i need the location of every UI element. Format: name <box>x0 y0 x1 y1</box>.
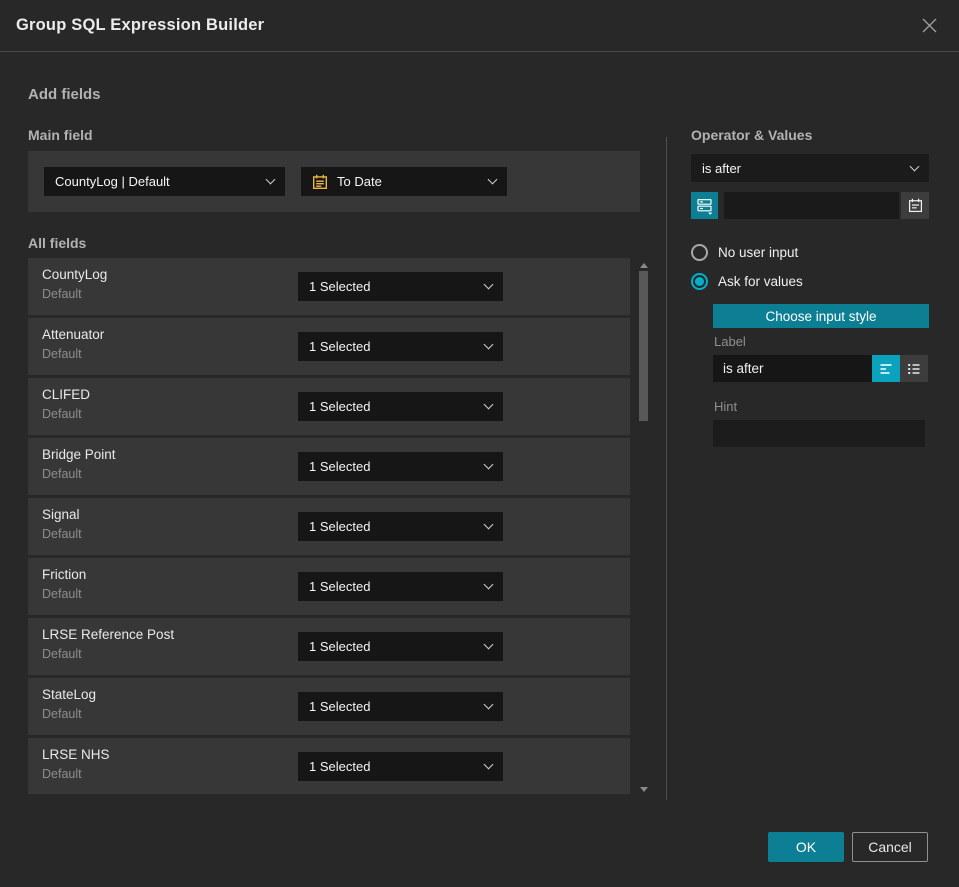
operator-dropdown-value: is after <box>702 160 742 176</box>
field-row: CLIFED Default 1 Selected <box>28 378 630 435</box>
radio-circle-icon <box>691 244 708 261</box>
calendar-icon <box>312 174 328 190</box>
close-button[interactable] <box>917 14 941 38</box>
value-input-row <box>691 192 929 219</box>
field-selection-value: 1 Selected <box>309 399 371 414</box>
main-field-box: CountyLog | Default To Date <box>28 151 640 212</box>
panel-divider <box>666 137 667 800</box>
chevron-down-icon <box>483 339 494 350</box>
group-sql-expression-builder-dialog: Group SQL Expression Builder Add fields … <box>0 0 959 887</box>
radio-selected-icon <box>691 273 708 290</box>
align-left-icon <box>880 363 892 374</box>
chevron-down-icon <box>483 399 494 410</box>
field-selection-dropdown[interactable]: 1 Selected <box>298 332 503 361</box>
field-row: Bridge Point Default 1 Selected <box>28 438 630 495</box>
add-fields-heading: Add fields <box>28 86 101 103</box>
fields-list-scrollbar[interactable] <box>637 258 650 794</box>
field-row: Friction Default 1 Selected <box>28 558 630 615</box>
all-fields-heading: All fields <box>28 235 87 251</box>
field-selection-value: 1 Selected <box>309 339 371 354</box>
main-field-dropdown[interactable]: CountyLog | Default <box>44 167 285 196</box>
close-icon <box>922 18 936 33</box>
radio-ask-for-values[interactable]: Ask for values <box>691 273 803 290</box>
date-type-dropdown[interactable]: To Date <box>301 167 507 196</box>
date-type-dropdown-value: To Date <box>337 174 382 189</box>
field-selection-dropdown[interactable]: 1 Selected <box>298 692 503 721</box>
choose-input-style-button[interactable]: Choose input style <box>713 304 929 328</box>
field-row: LRSE Reference Post Default 1 Selected <box>28 618 630 675</box>
radio-ask-for-values-label: Ask for values <box>718 274 803 289</box>
field-row: StateLog Default 1 Selected <box>28 678 630 735</box>
operator-values-heading: Operator & Values <box>691 127 813 143</box>
field-selection-value: 1 Selected <box>309 279 371 294</box>
field-row: LRSE NHS Default 1 Selected <box>28 738 630 794</box>
main-field-dropdown-value: CountyLog | Default <box>55 174 170 189</box>
value-type-button[interactable] <box>691 192 718 219</box>
hint-caption: Hint <box>714 399 738 414</box>
field-row: CountyLog Default 1 Selected <box>28 258 630 315</box>
field-selection-value: 1 Selected <box>309 579 371 594</box>
all-fields-list: CountyLog Default 1 Selected Attenuator … <box>28 258 630 794</box>
hint-input[interactable] <box>713 420 925 447</box>
field-selection-value: 1 Selected <box>309 639 371 654</box>
field-selection-dropdown[interactable]: 1 Selected <box>298 572 503 601</box>
dialog-title: Group SQL Expression Builder <box>16 16 265 34</box>
field-selection-dropdown[interactable]: 1 Selected <box>298 452 503 481</box>
chevron-down-icon <box>483 699 494 710</box>
bullet-list-icon <box>908 363 920 374</box>
label-input[interactable] <box>713 355 872 382</box>
radio-no-user-input-label: No user input <box>718 245 799 260</box>
single-line-style-button[interactable] <box>872 355 900 382</box>
chevron-down-icon <box>483 459 494 470</box>
cancel-button[interactable]: Cancel <box>852 832 928 862</box>
value-input[interactable] <box>724 192 899 219</box>
field-row: Signal Default 1 Selected <box>28 498 630 555</box>
chevron-down-icon <box>483 639 494 650</box>
main-field-heading: Main field <box>28 127 93 143</box>
ok-button[interactable]: OK <box>768 832 844 862</box>
field-selection-dropdown[interactable]: 1 Selected <box>298 272 503 301</box>
calendar-icon <box>908 198 922 213</box>
field-selection-value: 1 Selected <box>309 699 371 714</box>
stacked-values-icon <box>696 198 712 215</box>
field-selection-value: 1 Selected <box>309 459 371 474</box>
field-selection-dropdown[interactable]: 1 Selected <box>298 632 503 661</box>
scrollbar-up-arrow-icon[interactable] <box>640 263 648 268</box>
field-selection-value: 1 Selected <box>309 759 371 774</box>
field-selection-dropdown[interactable]: 1 Selected <box>298 752 503 781</box>
chevron-down-icon <box>265 174 276 185</box>
field-selection-value: 1 Selected <box>309 519 371 534</box>
label-caption: Label <box>714 334 746 349</box>
dialog-titlebar: Group SQL Expression Builder <box>0 0 959 52</box>
radio-no-user-input[interactable]: No user input <box>691 244 798 261</box>
chevron-down-icon <box>487 174 498 185</box>
field-selection-dropdown[interactable]: 1 Selected <box>298 392 503 421</box>
scrollbar-down-arrow-icon[interactable] <box>640 787 648 792</box>
list-style-button[interactable] <box>900 355 928 382</box>
scrollbar-thumb[interactable] <box>639 271 648 421</box>
field-row: Attenuator Default 1 Selected <box>28 318 630 375</box>
date-picker-button[interactable] <box>901 192 929 219</box>
chevron-down-icon <box>483 519 494 530</box>
chevron-down-icon <box>483 279 494 290</box>
chevron-down-icon <box>483 759 494 770</box>
chevron-down-icon <box>909 161 920 171</box>
operator-dropdown[interactable]: is after <box>691 154 929 182</box>
chevron-down-icon <box>483 579 494 590</box>
field-selection-dropdown[interactable]: 1 Selected <box>298 512 503 541</box>
